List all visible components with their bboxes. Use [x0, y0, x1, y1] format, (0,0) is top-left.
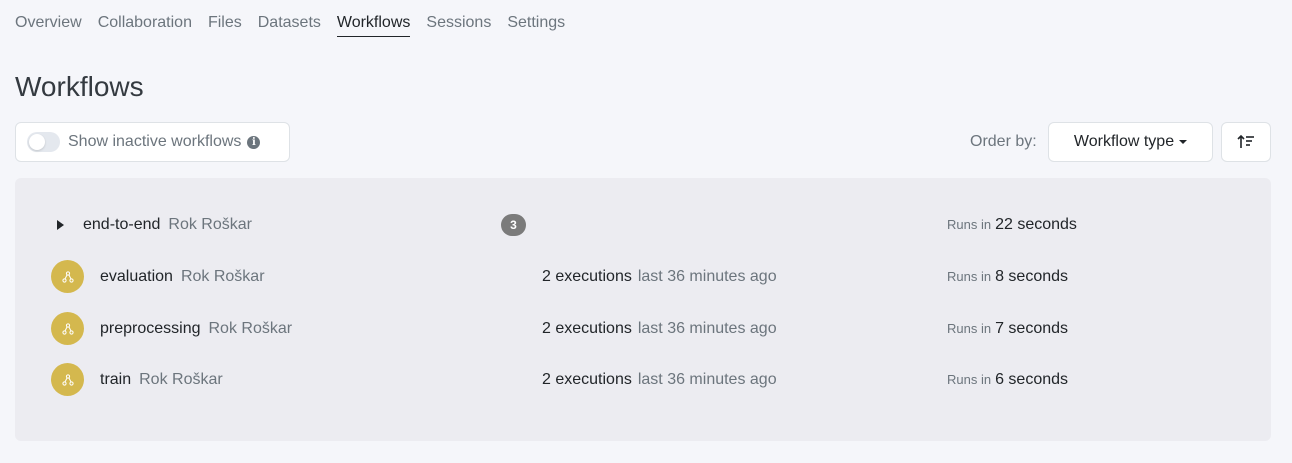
workflow-row-evaluation[interactable]: evaluation Rok Roškar 2 executions last 36…	[15, 257, 1271, 297]
workflow-duration: Runs in 8 seconds	[947, 268, 1069, 285]
show-inactive-toggle[interactable]: Show inactive workflows i	[15, 122, 290, 162]
tab-settings[interactable]: Settings	[507, 13, 565, 37]
order-by-label: Order by:	[970, 133, 1037, 150]
tab-workflows[interactable]: Workflows	[336, 13, 411, 37]
toggle-switch[interactable]	[27, 132, 60, 152]
workflow-executions: 2 executions last 36 minutes ago	[542, 268, 777, 285]
page-title: Workflows	[15, 71, 144, 102]
workflow-executions: 2 executions last 36 minutes ago	[542, 371, 777, 388]
workflows-list: end-to-end Rok Roškar 3 Runs in 22 seconds…	[15, 178, 1271, 441]
workflow-author: Rok Roškar	[139, 371, 223, 388]
sort-direction-button[interactable]	[1221, 122, 1271, 162]
workflow-row-preprocessing[interactable]: preprocessing Rok Roškar 2 executions last…	[15, 309, 1271, 349]
caret-down-icon	[1179, 140, 1188, 144]
workflow-row-train[interactable]: train Rok Roškar 2 executions last 36 minu…	[15, 360, 1271, 400]
tab-overview[interactable]: Overview	[15, 13, 82, 37]
workflow-name: evaluation Rok Roškar	[100, 268, 265, 285]
toggle-knob	[29, 134, 45, 150]
sort-ascending-icon	[1237, 134, 1254, 148]
workflow-author: Rok Roškar	[208, 320, 293, 337]
order-by-value: Workflow type	[1073, 133, 1175, 150]
workflow-duration: Runs in 6 seconds	[947, 371, 1069, 388]
workflow-duration: Runs in 7 seconds	[947, 320, 1069, 337]
workflow-author: Rok Roškar	[180, 268, 265, 285]
workflow-graph-icon	[51, 260, 84, 293]
tab-sessions[interactable]: Sessions	[426, 13, 491, 37]
workflow-count-badge: 3	[501, 214, 526, 236]
tab-files[interactable]: Files	[208, 13, 242, 37]
workflow-duration: Runs in 22 seconds	[947, 216, 1077, 233]
workflow-name: train Rok Roškar	[100, 371, 223, 388]
expand-arrow-icon[interactable]	[57, 220, 64, 230]
workflow-name: preprocessing Rok Roškar	[100, 320, 293, 337]
workflow-row-end-to-end[interactable]: end-to-end Rok Roškar 3 Runs in 22 seconds	[15, 205, 1271, 245]
info-icon[interactable]: i	[247, 135, 261, 149]
workflow-executions: 2 executions last 36 minutes ago	[542, 320, 777, 337]
toggle-label: Show inactive workflows	[68, 133, 242, 150]
workflow-author: Rok Roškar	[168, 216, 252, 233]
workflow-graph-icon	[51, 363, 84, 396]
tab-collaboration[interactable]: Collaboration	[98, 13, 192, 37]
tab-datasets[interactable]: Datasets	[258, 13, 321, 37]
project-nav-tabs: Overview Collaboration Files Datasets Wo…	[15, 13, 565, 37]
workflow-name: end-to-end Rok Roškar	[83, 216, 252, 233]
order-by-dropdown[interactable]: Workflow type	[1048, 122, 1213, 162]
workflow-graph-icon	[51, 312, 84, 345]
